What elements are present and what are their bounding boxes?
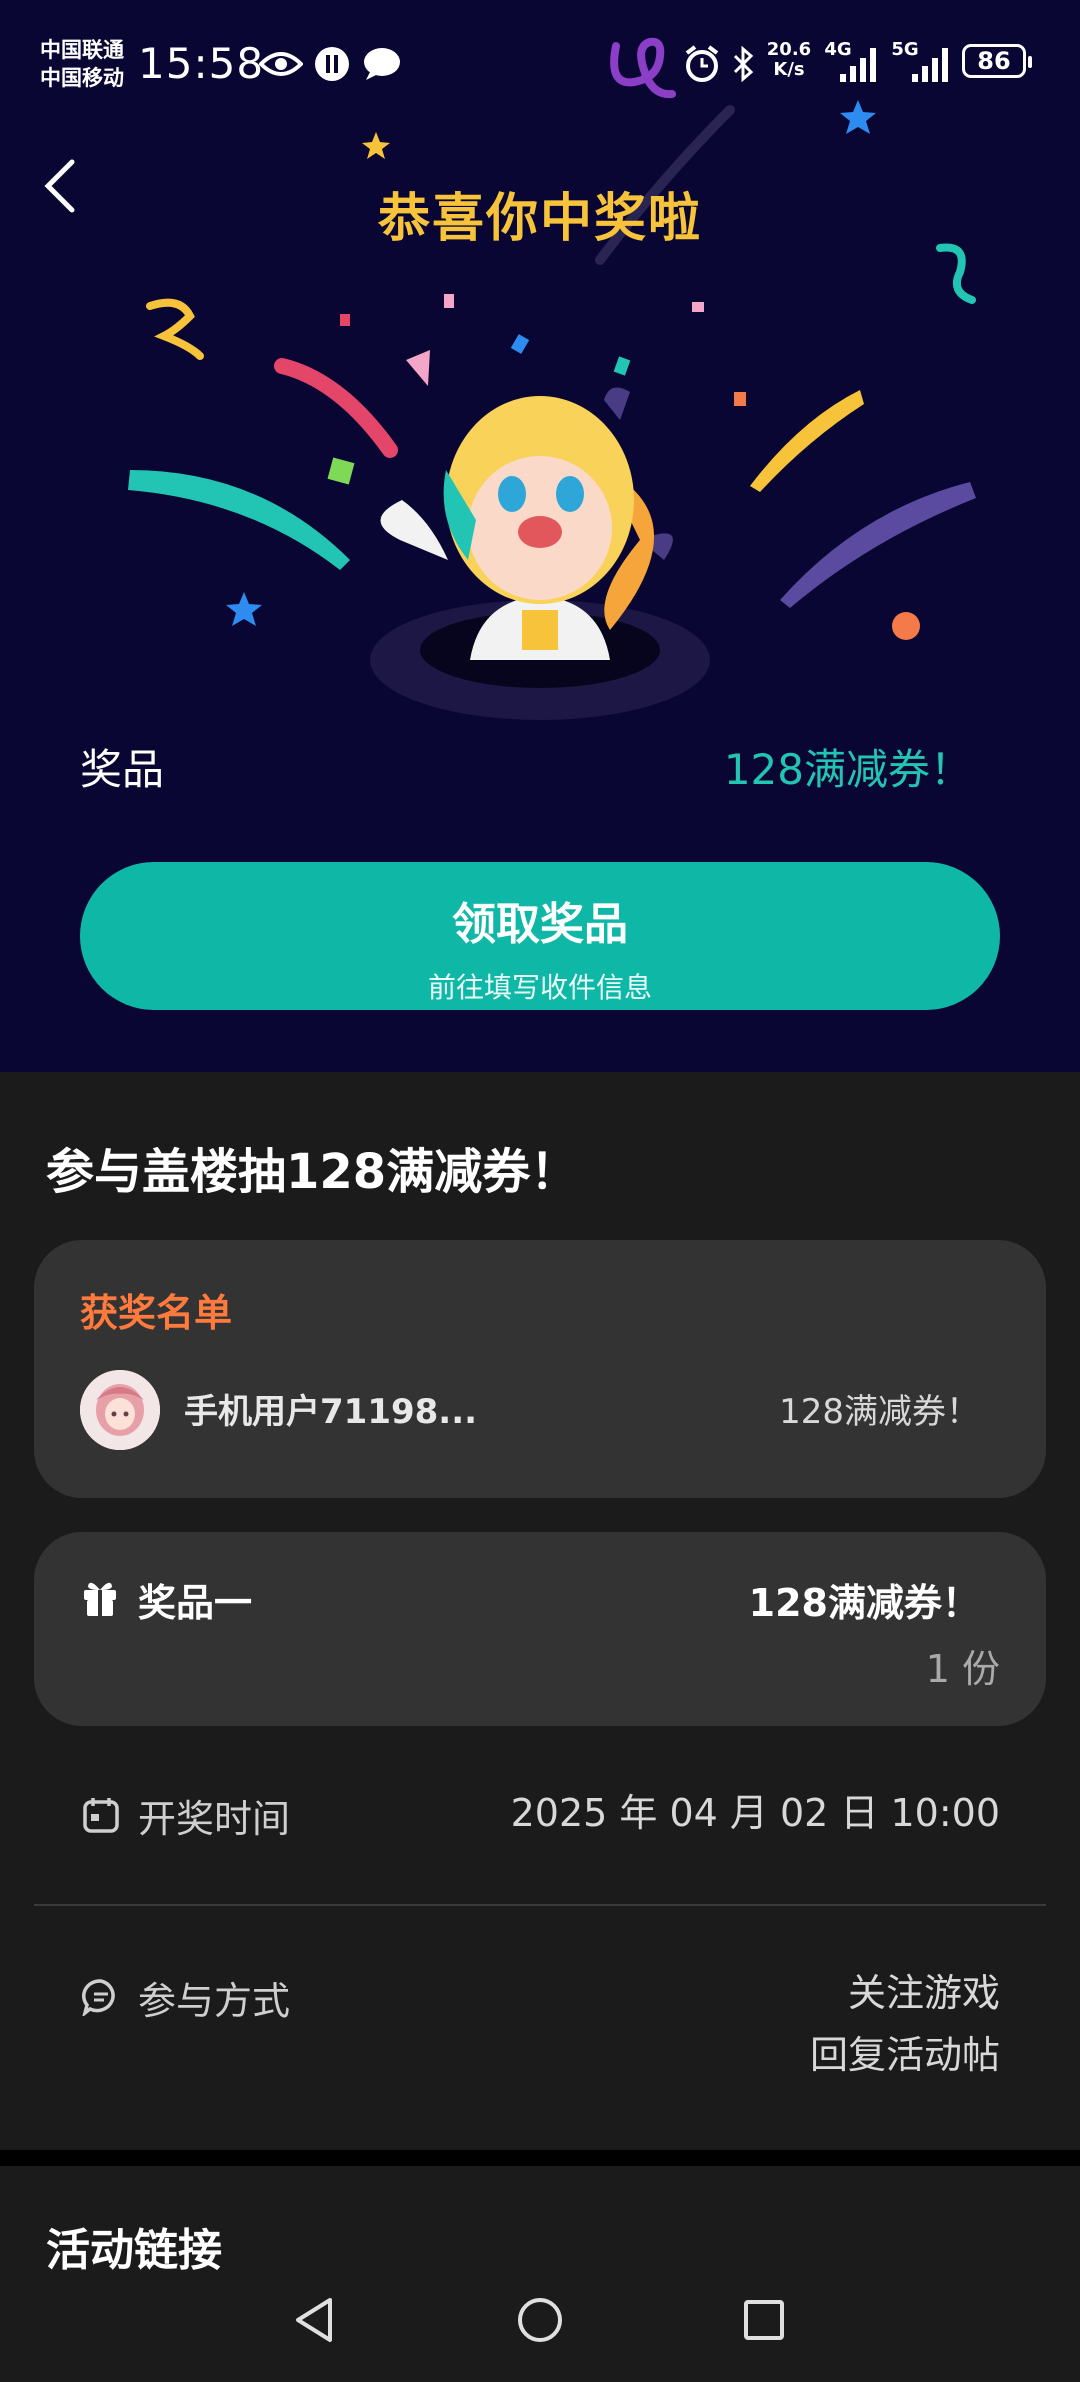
alarm-icon	[682, 44, 722, 84]
participation-method-follow: 关注游戏	[847, 1971, 1000, 2015]
nav-recents-button[interactable]	[734, 2290, 794, 2350]
net-speed-value: 20.6	[766, 39, 812, 60]
carrier-1: 中国联通	[40, 38, 124, 62]
system-nav-bar	[0, 2290, 1080, 2382]
circle-home-icon	[518, 2298, 562, 2342]
square-recents-icon	[744, 2300, 784, 2340]
section-gap	[0, 2150, 1080, 2166]
participation-label: 参与方式	[138, 1979, 291, 2023]
gift-icon	[82, 1578, 118, 1618]
triangle-back-icon	[296, 2298, 332, 2342]
nav-home-button[interactable]	[510, 2290, 570, 2350]
prize-item-count: 1 份	[925, 1647, 1000, 1691]
signal-5g-icon	[906, 44, 952, 84]
prize-hero: 中国联通 中国移动 15:58 20.6 K/s 4G 5G 86 恭喜你中奖啦…	[0, 0, 1080, 1072]
signal-icon	[820, 44, 882, 84]
avatar[interactable]	[80, 1370, 160, 1450]
winners-card: 获奖名单 手机用户71198... 128满减券！	[34, 1240, 1046, 1498]
claim-prize-label: 领取奖品	[452, 899, 628, 950]
comment-icon	[82, 1978, 120, 2018]
app-icon	[312, 44, 352, 84]
prize-item-card: 奖品一 128满减券！ 1 份	[34, 1532, 1046, 1726]
prize-value: 128满减券！	[723, 745, 972, 794]
claim-prize-sublabel: 前往填写收件信息	[427, 971, 652, 1004]
net-speed-unit: K/s	[773, 59, 805, 80]
prize-label: 奖品	[80, 745, 165, 794]
bluetooth-icon	[728, 44, 758, 84]
confetti-decoration	[128, 100, 976, 720]
chat-icon	[360, 44, 404, 84]
draw-time-label: 开奖时间	[138, 1797, 291, 1841]
page-title: 恭喜你中奖啦	[377, 189, 702, 249]
carrier-2: 中国移动	[40, 66, 124, 90]
battery-indicator: 86	[962, 44, 1032, 78]
activity-links-title: 活动链接	[46, 2225, 222, 2276]
draw-time-value: 2025 年 04 月 02 日 10:00	[510, 1791, 1000, 1835]
activity-title: 参与盖楼抽128满减券！	[46, 1144, 579, 1200]
status-time: 15:58	[138, 39, 265, 88]
participation-method-reply: 回复活动帖	[809, 2033, 1000, 2077]
winner-name: 手机用户71198...	[184, 1392, 478, 1432]
net-speed: 20.6 K/s	[764, 40, 814, 80]
participation-methods: 关注游戏 回复活动帖	[810, 1962, 1000, 2086]
calendar-icon	[82, 1796, 120, 1834]
eye-icon	[258, 44, 304, 84]
carrier-info: 中国联通 中国移动	[40, 36, 124, 92]
divider	[34, 1904, 1046, 1906]
winner-prize: 128满减券！	[779, 1392, 980, 1432]
nav-back-button[interactable]	[286, 2290, 346, 2350]
winners-heading: 获奖名单	[80, 1291, 233, 1335]
logo-icon	[600, 26, 680, 106]
prize-item-value: 128满减券！	[748, 1581, 980, 1625]
prize-item-label: 奖品一	[138, 1581, 253, 1625]
claim-prize-button[interactable]: 领取奖品 前往填写收件信息	[80, 862, 1000, 1010]
